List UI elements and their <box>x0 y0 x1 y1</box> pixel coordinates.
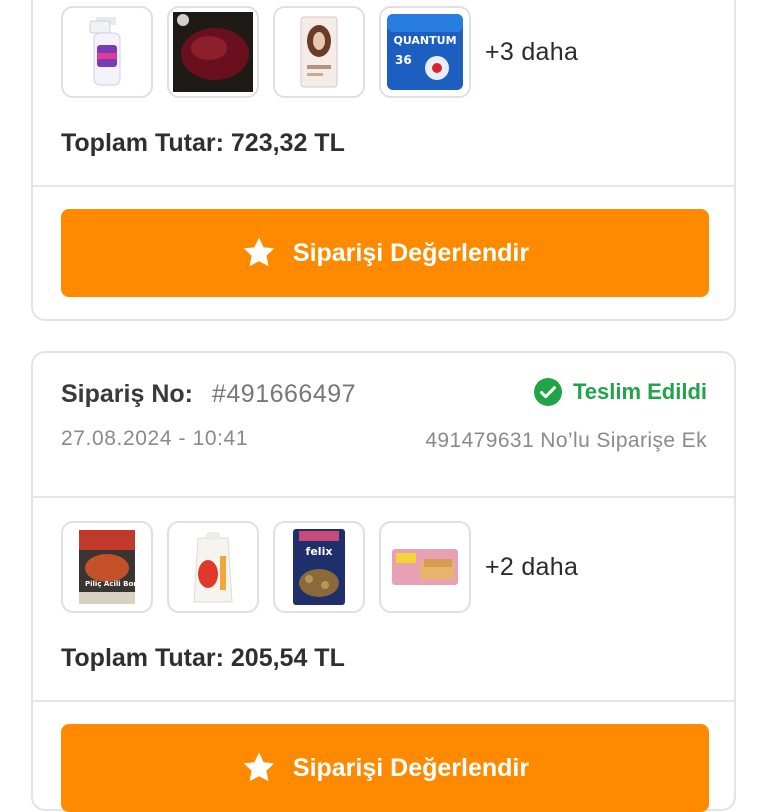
status-text: Teslim Edildi <box>572 379 707 404</box>
chicken-package-icon: Piliç Acili Bonfile <box>79 530 137 604</box>
cat-food-icon: felix <box>293 529 345 605</box>
svg-text:QUANTUM: QUANTUM <box>393 34 456 47</box>
rate-order-button[interactable]: Siparişi Değerlendir <box>61 724 709 812</box>
liver-meat-icon <box>173 12 253 92</box>
order-reference: 491479631 No’lu Siparişe Ek <box>425 429 707 452</box>
more-products-label[interactable]: +2 daha <box>485 553 578 582</box>
product-thumb[interactable]: felix <box>273 521 365 613</box>
plastic-bag-icon <box>193 532 233 603</box>
order-card: QUANTUM 36 +3 daha Toplam Tutar: 723,32 … <box>31 0 736 321</box>
order-date: 27.08.2024 - 10:41 <box>61 427 249 450</box>
product-thumb[interactable] <box>273 6 365 98</box>
rate-order-label: Siparişi Değerlendir <box>292 238 530 267</box>
star-icon <box>243 752 275 782</box>
order-card: Sipariş No: #491666497 Teslim Edildi 27.… <box>31 351 736 812</box>
divider <box>33 700 734 702</box>
cleaning-spray-icon <box>89 17 121 86</box>
svg-text:Piliç Acili Bonfile: Piliç Acili Bonfile <box>85 580 137 588</box>
rate-order-label: Siparişi Değerlendir <box>292 753 530 782</box>
product-thumb[interactable] <box>167 6 259 98</box>
more-products-label[interactable]: +3 daha <box>485 38 578 67</box>
svg-text:36: 36 <box>395 53 412 67</box>
rate-order-button[interactable]: Siparişi Değerlendir <box>61 209 709 297</box>
product-thumbnails: Piliç Acili Bonfile felix <box>61 521 578 613</box>
product-thumb[interactable]: QUANTUM 36 <box>379 6 471 98</box>
order-number-label: Sipariş No: <box>61 380 193 408</box>
product-thumb[interactable]: Piliç Acili Bonfile <box>61 521 153 613</box>
wafer-package-icon <box>392 549 458 585</box>
product-thumb[interactable] <box>167 521 259 613</box>
order-total: Toplam Tutar: 205,54 TL <box>61 644 345 672</box>
product-thumbnails: QUANTUM 36 +3 daha <box>61 6 578 98</box>
divider <box>33 496 734 498</box>
star-icon <box>243 237 275 267</box>
dishwasher-tablets-icon: QUANTUM 36 <box>387 14 463 90</box>
order-number: #491666497 <box>212 380 357 408</box>
divider <box>33 185 734 187</box>
status-badge: Teslim Edildi <box>533 377 707 407</box>
product-thumb[interactable] <box>379 521 471 613</box>
svg-text:felix: felix <box>306 545 333 558</box>
order-total: Toplam Tutar: 723,32 TL <box>61 129 345 157</box>
hair-dye-icon <box>300 16 338 88</box>
check-circle-icon <box>533 378 562 406</box>
product-thumb[interactable] <box>61 6 153 98</box>
